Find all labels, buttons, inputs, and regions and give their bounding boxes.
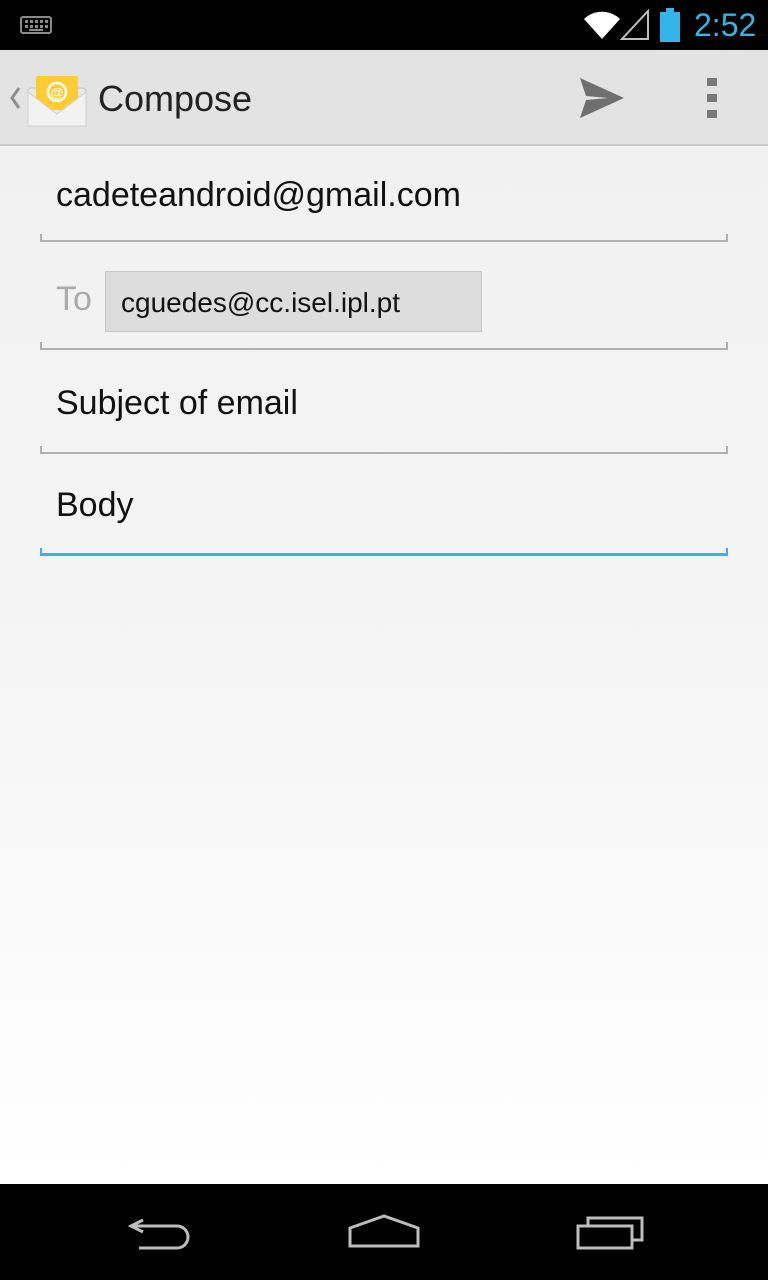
keyboard-icon bbox=[20, 16, 52, 34]
overflow-menu-icon bbox=[707, 78, 717, 118]
send-icon bbox=[580, 78, 624, 118]
battery-icon bbox=[660, 8, 680, 42]
send-button[interactable] bbox=[570, 70, 634, 126]
home-button[interactable] bbox=[344, 1206, 424, 1258]
action-bar: @ Compose bbox=[0, 50, 768, 146]
home-icon bbox=[348, 1214, 420, 1248]
page-title: Compose bbox=[98, 78, 253, 119]
up-caret-icon[interactable] bbox=[8, 86, 22, 110]
navigation-bar bbox=[0, 1184, 768, 1280]
to-field[interactable]: To cguedes@cc.isel.ipl.pt bbox=[40, 242, 728, 350]
signal-icon bbox=[620, 9, 649, 40]
recents-icon bbox=[576, 1216, 644, 1250]
from-account: cadeteandroid@gmail.com bbox=[56, 176, 461, 214]
subject-field[interactable]: Subject of email bbox=[40, 350, 728, 454]
recipient-address: cguedes@cc.isel.ipl.pt bbox=[121, 287, 401, 318]
back-icon bbox=[127, 1218, 190, 1250]
body-underline bbox=[40, 548, 728, 556]
status-bar: 2:52 bbox=[0, 0, 768, 50]
body-field[interactable]: Body bbox=[40, 454, 728, 556]
recents-button[interactable] bbox=[570, 1206, 650, 1258]
svg-text:@: @ bbox=[51, 85, 64, 100]
status-clock: 2:52 bbox=[694, 7, 757, 43]
recipient-chip[interactable]: cguedes@cc.isel.ipl.pt bbox=[105, 271, 482, 332]
back-button[interactable] bbox=[120, 1206, 200, 1258]
email-envelope-icon[interactable]: @ bbox=[26, 72, 88, 128]
subject-text: Subject of email bbox=[56, 384, 298, 422]
from-field[interactable]: cadeteandroid@gmail.com bbox=[40, 146, 728, 242]
compose-form: cadeteandroid@gmail.com To cguedes@cc.is… bbox=[0, 146, 768, 1184]
wifi-icon bbox=[584, 11, 620, 39]
body-text: Body bbox=[56, 486, 134, 524]
overflow-menu-button[interactable] bbox=[690, 70, 734, 126]
to-label: To bbox=[56, 280, 92, 318]
